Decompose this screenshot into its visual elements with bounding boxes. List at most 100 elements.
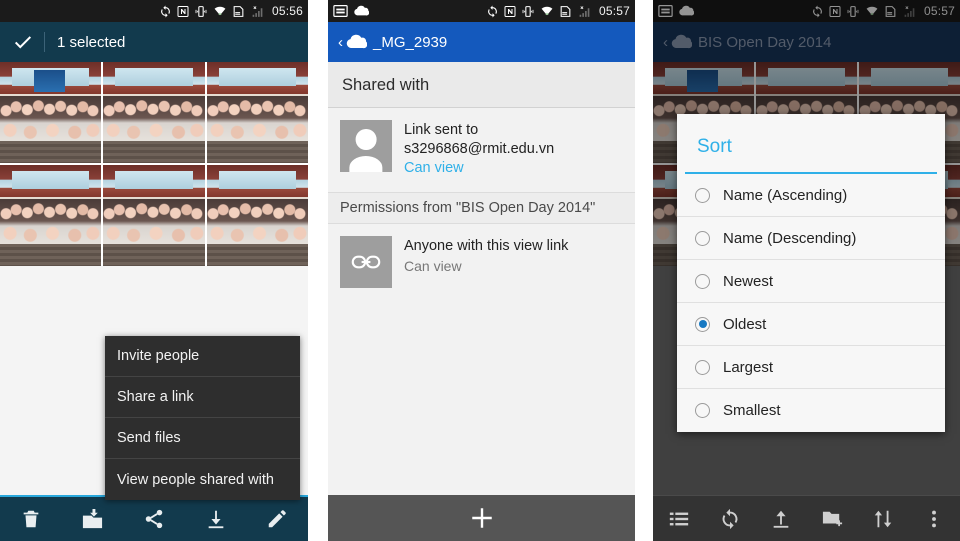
menu-item-send-files[interactable]: Send files (105, 418, 300, 459)
nfc-icon (829, 5, 841, 17)
upload-icon[interactable] (761, 499, 801, 539)
sort-dialog: Sort Name (Ascending) Name (Descending) … (677, 114, 945, 432)
panel-sort-dialog: 05:57 ‹ BIS Open Day 2014 Sort Name (Asc… (653, 0, 960, 541)
radio-icon (695, 230, 710, 246)
share-icon[interactable] (134, 499, 174, 539)
action-bar-file: ‹ _MG_2939 (328, 22, 635, 62)
screenshot-icon (333, 5, 348, 17)
photo-image (206, 62, 308, 163)
nfc-icon (177, 5, 189, 17)
back-chevron-icon[interactable]: ‹ (338, 34, 367, 50)
grid-thumbnail-2[interactable] (103, 62, 205, 163)
action-bar-folder: ‹ BIS Open Day 2014 (653, 22, 960, 62)
menu-item-invite-people[interactable]: Invite people (105, 336, 300, 377)
permissions-note: Permissions from "BIS Open Day 2014" (328, 192, 635, 225)
status-time: 05:57 (598, 4, 630, 18)
sort-option-label: Smallest (723, 402, 781, 419)
divider (44, 32, 45, 52)
sort-option-label: Largest (723, 358, 774, 376)
selection-count-label: 1 selected (57, 33, 126, 51)
sd-card-icon (560, 5, 571, 17)
screenshot-root: 05:56 1 selected Invite people Share a l… (0, 0, 960, 541)
download-icon[interactable] (196, 499, 236, 539)
grid-thumbnail-3[interactable] (206, 62, 308, 163)
sort-icon[interactable] (863, 499, 903, 539)
sd-card-icon (233, 5, 244, 17)
action-bar-selection: 1 selected (0, 22, 308, 62)
status-icons: 05:57 (486, 4, 630, 18)
shared-person-text: Link sent to s3296868@rmit.edu.vn Can vi… (404, 120, 554, 178)
chevron-left-glyph: ‹ (338, 33, 343, 51)
recipient-email: s3296868@rmit.edu.vn (404, 141, 555, 158)
sync-icon (161, 5, 170, 17)
signal-off-icon (904, 5, 915, 17)
link-title: Anyone with this view link (404, 238, 569, 255)
grid-thumbnail-4[interactable] (0, 165, 102, 266)
sort-option-newest[interactable]: Newest (677, 260, 945, 303)
shared-with-content: Shared with Link sent to s3296868@rmit.e… (328, 62, 635, 541)
radio-icon (695, 403, 710, 418)
photo-image (103, 165, 205, 266)
grid-thumbnail-5[interactable] (103, 165, 205, 266)
status-left-icons (333, 5, 369, 17)
photo-image (0, 62, 102, 163)
plus-icon[interactable] (462, 498, 502, 538)
bottom-toolbar-selection (0, 495, 308, 541)
sync-icon (813, 5, 822, 17)
screenshot-icon (658, 5, 673, 17)
wifi-icon (214, 6, 226, 15)
shared-link-text: Anyone with this view link Can view (404, 236, 568, 275)
sort-option-label: Name (Descending) (723, 229, 857, 247)
shared-link-row[interactable]: Anyone with this view link Can view (328, 224, 635, 303)
sync-icon (488, 5, 497, 17)
move-to-folder-icon[interactable] (72, 499, 112, 539)
delete-icon[interactable] (11, 499, 51, 539)
sort-option-smallest[interactable]: Smallest (677, 389, 945, 432)
grid-thumbnail-1[interactable] (0, 62, 102, 163)
sort-option-label: Oldest (723, 315, 767, 333)
file-title: _MG_2939 (373, 33, 448, 51)
overflow-menu-icon[interactable] (914, 499, 954, 539)
shared-person-row[interactable]: Link sent to s3296868@rmit.edu.vn Can vi… (328, 108, 635, 193)
panel-photo-grid: 05:56 1 selected Invite people Share a l… (0, 0, 308, 541)
sort-option-oldest[interactable]: Oldest (677, 303, 945, 346)
cloud-icon (671, 34, 692, 49)
back-chevron-icon[interactable]: ‹ (663, 34, 692, 50)
vibrate-icon (847, 5, 859, 17)
radio-icon (695, 273, 710, 289)
refresh-icon[interactable] (710, 499, 750, 539)
nfc-icon (504, 5, 516, 17)
permission-level[interactable]: Can view (404, 159, 554, 178)
menu-item-share-a-link[interactable]: Share a link (105, 377, 300, 418)
vibrate-icon (522, 5, 534, 17)
radio-icon (695, 187, 710, 203)
cloud-icon (679, 5, 694, 16)
sort-option-name-ascending[interactable]: Name (Ascending) (677, 174, 945, 217)
photo-image (103, 62, 205, 163)
status-time: 05:56 (271, 4, 303, 18)
link-icon (340, 236, 392, 289)
cloud-icon (354, 5, 369, 16)
status-bar: 05:56 (0, 0, 308, 22)
signal-off-icon (252, 5, 263, 17)
edit-icon[interactable] (257, 499, 297, 539)
list-view-icon[interactable] (659, 499, 699, 539)
radio-icon (695, 359, 710, 375)
photo-grid (0, 62, 308, 266)
grid-thumbnail-6[interactable] (206, 165, 308, 266)
sort-option-name-descending[interactable]: Name (Descending) (677, 217, 945, 260)
status-icons: 05:56 (159, 4, 303, 18)
folder-title: BIS Open Day 2014 (698, 33, 832, 51)
menu-item-view-people-shared-with[interactable]: View people shared with (105, 459, 300, 500)
section-header-shared-with: Shared with (328, 62, 635, 108)
wifi-icon (866, 6, 878, 15)
sort-option-largest[interactable]: Largest (677, 346, 945, 389)
sd-card-icon (885, 5, 896, 17)
status-icons: 05:57 (811, 4, 955, 18)
status-left-icons (658, 5, 694, 17)
sort-option-label: Newest (723, 272, 774, 290)
status-time: 05:57 (923, 4, 955, 18)
check-icon[interactable] (10, 31, 36, 53)
panel-shared-with: 05:57 ‹ _MG_2939 Shared with Link sent t… (328, 0, 635, 541)
new-folder-icon[interactable] (812, 499, 852, 539)
